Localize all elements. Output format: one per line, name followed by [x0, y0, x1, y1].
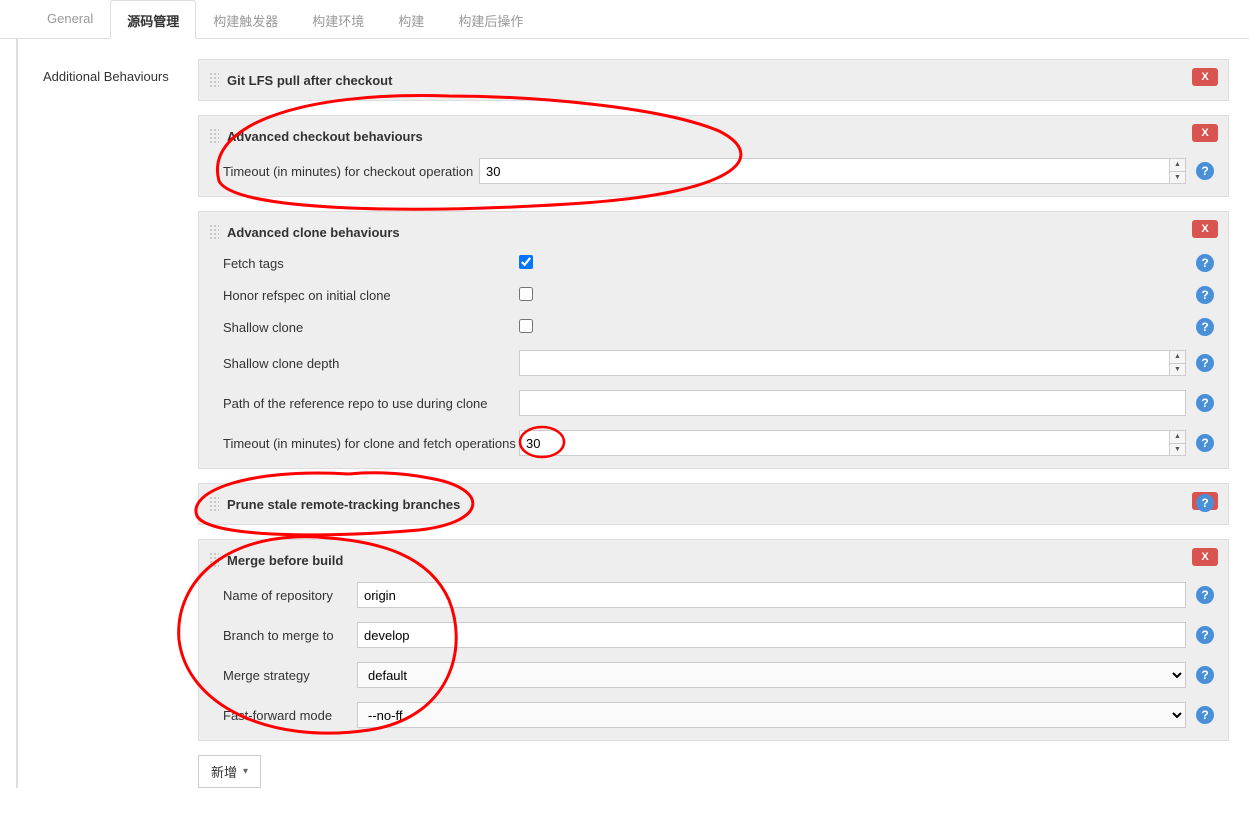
- merge-ff-label: Fast-forward mode: [209, 708, 357, 723]
- tab-scm[interactable]: 源码管理: [110, 0, 196, 39]
- fetch-tags-checkbox[interactable]: [519, 255, 533, 269]
- shallow-clone-checkbox[interactable]: [519, 319, 533, 333]
- tab-post[interactable]: 构建后操作: [441, 0, 540, 39]
- section-title: Merge before build: [227, 553, 343, 568]
- merge-ff-select[interactable]: --no-ff: [357, 702, 1186, 728]
- section-title: Git LFS pull after checkout: [227, 73, 392, 88]
- help-icon[interactable]: ?: [1196, 254, 1214, 272]
- drag-handle-icon[interactable]: [209, 496, 219, 512]
- help-icon[interactable]: ?: [1196, 162, 1214, 180]
- content-area: Additional Behaviours X Git LFS pull aft…: [16, 39, 1249, 788]
- help-icon[interactable]: ?: [1196, 318, 1214, 336]
- honor-refspec-label: Honor refspec on initial clone: [209, 288, 519, 303]
- spinner-icon[interactable]: ▲▼: [1169, 431, 1185, 455]
- fetch-tags-label: Fetch tags: [209, 256, 519, 271]
- shallow-depth-label: Shallow clone depth: [209, 356, 519, 371]
- drag-handle-icon[interactable]: [209, 552, 219, 568]
- drag-handle-icon[interactable]: [209, 72, 219, 88]
- merge-repo-input[interactable]: [357, 582, 1186, 608]
- help-icon[interactable]: ?: [1196, 434, 1214, 452]
- tab-general[interactable]: General: [30, 0, 110, 39]
- section-git-lfs: X Git LFS pull after checkout: [198, 59, 1229, 101]
- checkout-timeout-input[interactable]: [479, 158, 1186, 184]
- help-icon[interactable]: ?: [1196, 354, 1214, 372]
- merge-branch-label: Branch to merge to: [209, 628, 357, 643]
- help-icon[interactable]: ?: [1196, 394, 1214, 412]
- delete-button[interactable]: X: [1192, 68, 1218, 86]
- section-advanced-checkout: X Advanced checkout behaviours Timeout (…: [198, 115, 1229, 197]
- section-title: Prune stale remote-tracking branches: [227, 497, 460, 512]
- merge-strategy-select[interactable]: default: [357, 662, 1186, 688]
- ref-repo-input[interactable]: [519, 390, 1186, 416]
- clone-timeout-input[interactable]: [519, 430, 1186, 456]
- spinner-icon[interactable]: ▲▼: [1169, 351, 1185, 375]
- merge-branch-input[interactable]: [357, 622, 1186, 648]
- section-prune-stale: X ? Prune stale remote-tracking branches: [198, 483, 1229, 525]
- add-behaviour-button[interactable]: 新增: [198, 755, 261, 788]
- delete-button[interactable]: X: [1192, 124, 1218, 142]
- ref-repo-label: Path of the reference repo to use during…: [209, 396, 519, 411]
- clone-timeout-label: Timeout (in minutes) for clone and fetch…: [209, 436, 519, 451]
- help-icon[interactable]: ?: [1196, 626, 1214, 644]
- tab-env[interactable]: 构建环境: [295, 0, 381, 39]
- drag-handle-icon[interactable]: [209, 128, 219, 144]
- tab-triggers[interactable]: 构建触发器: [196, 0, 295, 39]
- help-icon[interactable]: ?: [1196, 586, 1214, 604]
- merge-strategy-label: Merge strategy: [209, 668, 357, 683]
- honor-refspec-checkbox[interactable]: [519, 287, 533, 301]
- spinner-icon[interactable]: ▲▼: [1169, 159, 1185, 183]
- section-title: Advanced checkout behaviours: [227, 129, 423, 144]
- section-merge-before-build: X Merge before build Name of repository …: [198, 539, 1229, 741]
- help-icon[interactable]: ?: [1196, 494, 1214, 512]
- delete-button[interactable]: X: [1192, 548, 1218, 566]
- additional-behaviours-label: Additional Behaviours: [18, 59, 198, 788]
- help-icon[interactable]: ?: [1196, 666, 1214, 684]
- drag-handle-icon[interactable]: [209, 224, 219, 240]
- tab-build[interactable]: 构建: [381, 0, 441, 39]
- shallow-depth-input[interactable]: [519, 350, 1186, 376]
- config-tabs: General 源码管理 构建触发器 构建环境 构建 构建后操作: [0, 0, 1249, 39]
- behaviours-list: X Git LFS pull after checkout X Advanced…: [198, 59, 1249, 788]
- section-title: Advanced clone behaviours: [227, 225, 400, 240]
- delete-button[interactable]: X: [1192, 220, 1218, 238]
- section-advanced-clone: X Advanced clone behaviours Fetch tags ?…: [198, 211, 1229, 469]
- merge-repo-label: Name of repository: [209, 588, 357, 603]
- checkout-timeout-label: Timeout (in minutes) for checkout operat…: [209, 164, 479, 179]
- annotation-circle: [179, 86, 779, 216]
- shallow-clone-label: Shallow clone: [209, 320, 519, 335]
- help-icon[interactable]: ?: [1196, 706, 1214, 724]
- help-icon[interactable]: ?: [1196, 286, 1214, 304]
